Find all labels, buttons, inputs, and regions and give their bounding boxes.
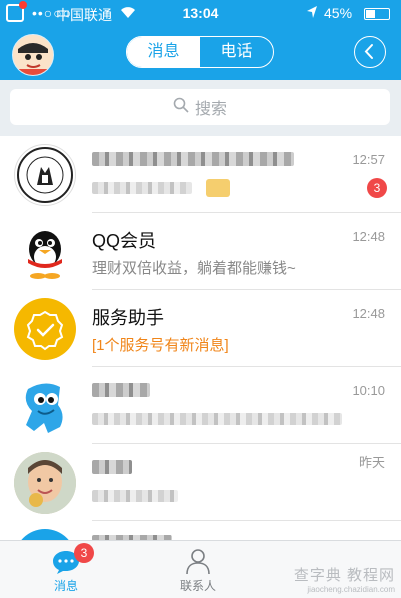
university-seal-avatar (14, 144, 76, 206)
chevron-left-icon (364, 44, 373, 59)
watermark-url: jiaocheng.chazidian.com (307, 585, 395, 594)
messages-unread-badge: 3 (74, 543, 94, 563)
watermark-title: 查字典 教程网 (293, 567, 395, 584)
search-icon (173, 97, 189, 118)
conversation-time: 12:48 (352, 229, 385, 244)
battery-percentage: 45% (324, 5, 353, 21)
conversation-name: QQ会员 (92, 231, 157, 251)
tab-contacts-label: 联系人 (179, 579, 216, 593)
tab-messages[interactable]: 消息 (127, 37, 200, 67)
conversation-row[interactable] (0, 521, 401, 540)
tab-contacts[interactable]: 联系人 (158, 541, 238, 598)
conversation-time: 12:48 (352, 306, 385, 321)
conversation-avatar (14, 529, 76, 540)
conversation-message-blurred (92, 182, 192, 194)
service-assistant-avatar (14, 298, 76, 360)
battery-icon (364, 8, 390, 20)
conversation-message: [1个服务号有新消息] (92, 337, 229, 354)
conversation-time: 10:10 (352, 383, 385, 398)
unread-badge: 3 (367, 178, 387, 198)
status-bar: ••○○○ 中国联通 13:04 45% (0, 0, 401, 28)
search-input[interactable]: 搜索 (10, 89, 390, 125)
tab-calls[interactable]: 电话 (200, 37, 273, 67)
person-icon (186, 549, 210, 575)
watermark: 查字典 教程网 jiaocheng.chazidian.com (294, 564, 395, 594)
emoji-icon (206, 179, 230, 197)
conversation-time: 昨天 (358, 455, 385, 470)
conversation-name-blurred (92, 152, 294, 166)
qq-penguin-avatar (14, 221, 76, 283)
location-arrow-icon (306, 5, 318, 22)
conversation-list: 12:57 3 QQ会员 理财双倍收益，躺着都能赚钱~ 12:48 服务助手 [… (0, 136, 401, 540)
search-bar: 搜索 (0, 80, 401, 136)
tab-messages-bottom[interactable]: 3 消息 (26, 541, 106, 598)
conversation-row[interactable]: 12:57 3 (0, 136, 401, 213)
message-call-segmented-control: 消息 电话 (126, 36, 274, 68)
conversation-name: 服务助手 (92, 308, 164, 328)
person-photo-avatar (14, 452, 76, 514)
blue-character-avatar (14, 375, 76, 437)
conversation-time: 12:57 (352, 152, 385, 167)
conversation-name-blurred (92, 383, 150, 397)
conversation-name-blurred (92, 460, 132, 474)
bottom-tab-bar: 3 消息 联系人 查字典 教程网 jiaocheng.chazidian.com (0, 540, 401, 598)
header: 消息 电话 (0, 28, 401, 80)
conversation-row[interactable]: 昨天 (0, 444, 401, 521)
conversation-row[interactable]: 10:10 (0, 367, 401, 444)
search-placeholder: 搜索 (194, 101, 227, 118)
my-avatar[interactable] (12, 34, 54, 76)
back-button[interactable] (354, 36, 386, 68)
conversation-message-blurred (92, 490, 178, 502)
conversation-message: 理财双倍收益，躺着都能赚钱~ (92, 260, 296, 277)
tab-messages-label: 消息 (53, 579, 78, 593)
conversation-row[interactable]: 服务助手 [1个服务号有新消息] 12:48 (0, 290, 401, 367)
conversation-message-blurred (92, 413, 342, 425)
conversation-row[interactable]: QQ会员 理财双倍收益，躺着都能赚钱~ 12:48 (0, 213, 401, 290)
